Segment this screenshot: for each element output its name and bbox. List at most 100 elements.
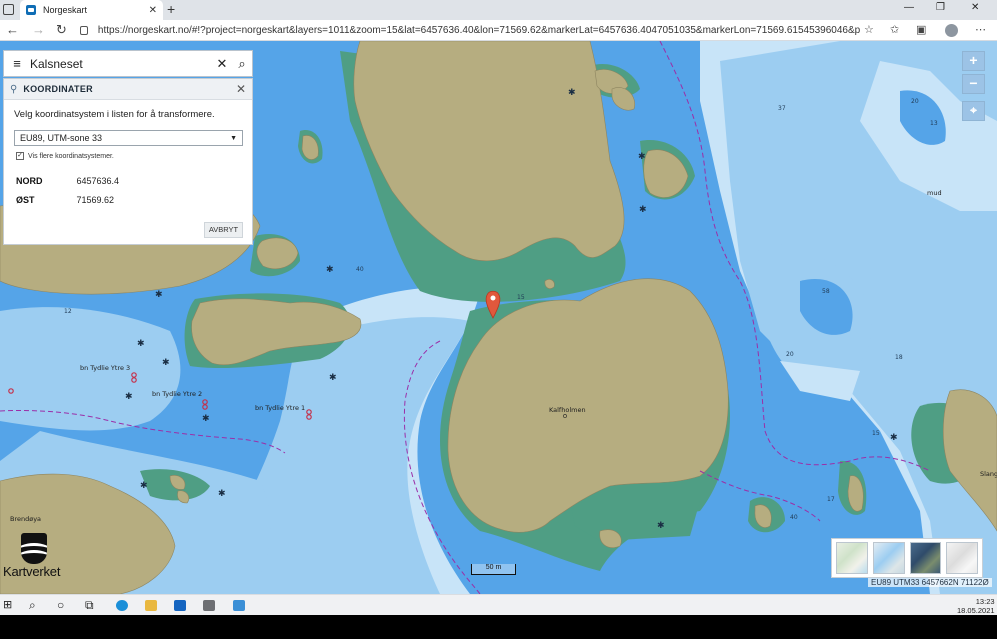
screen-bottom-border <box>0 615 997 639</box>
coordinate-label: NORD <box>16 176 43 186</box>
edge-icon[interactable] <box>116 600 128 611</box>
outlook-icon[interactable] <box>174 600 186 611</box>
window-maximize-button[interactable]: ❐ <box>936 2 945 13</box>
basemap-selector <box>831 538 983 578</box>
scale-label: 50 m <box>485 564 502 571</box>
system-clock[interactable]: 13:23 18.05.2021 <box>957 597 995 615</box>
window-close-button[interactable]: ✕ <box>971 2 979 13</box>
forward-button[interactable]: → <box>32 22 45 37</box>
coordinate-intro-text: Velg koordinatsystem i listen for å tran… <box>14 109 215 120</box>
svg-text:✱: ✱ <box>639 205 647 215</box>
norgeskart-favicon-icon <box>26 5 36 15</box>
more-menu-icon[interactable]: ⋯ <box>975 23 986 36</box>
svg-text:✱: ✱ <box>218 489 226 499</box>
svg-text:✱: ✱ <box>125 392 133 402</box>
taskbar-search-icon[interactable]: ⌕ <box>29 598 36 613</box>
kartverket-logo: Kartverket <box>3 533 73 581</box>
collections-icon[interactable]: ▣ <box>916 23 926 36</box>
show-more-systems-label: Vis flere koordinatsystemer. <box>28 152 114 160</box>
sounding-20: 20 <box>911 98 919 105</box>
svg-text:✱: ✱ <box>657 521 665 531</box>
sounding-13: 13 <box>930 120 938 127</box>
tab-norgeskart[interactable]: Norgeskart ✕ <box>20 0 163 20</box>
sounding-15: 15 <box>517 294 525 301</box>
svg-text:✱: ✱ <box>202 414 210 424</box>
svg-text:✱: ✱ <box>140 481 148 491</box>
sounding-15b: 15 <box>872 430 880 437</box>
sounding-17: 17 <box>827 496 835 503</box>
coordinate-system-value: EU89, UTM-sone 33 <box>20 133 103 143</box>
cancel-button[interactable]: AVBRYT <box>204 222 243 238</box>
search-icon[interactable]: ⌕ <box>232 56 252 72</box>
land-islet-10 <box>544 279 555 289</box>
url-text: https://norgeskart.no/#!?project=norgesk… <box>97 25 860 36</box>
calculator-icon[interactable] <box>203 600 215 611</box>
window-menu-icon[interactable] <box>3 4 14 15</box>
svg-text:✱: ✱ <box>137 339 145 349</box>
svg-text:✱: ✱ <box>638 152 646 162</box>
hamburger-menu-icon[interactable]: ≡ <box>4 56 30 71</box>
chevron-down-icon: ▼ <box>230 134 237 142</box>
svg-text:✱: ✱ <box>329 373 337 383</box>
favorite-star-icon[interactable]: ☆ <box>864 23 874 36</box>
favorites-list-icon[interactable]: ✩ <box>890 23 899 36</box>
zoom-out-button[interactable]: − <box>962 74 985 94</box>
place-mud: mud <box>927 189 942 197</box>
basemap-aerial-thumbnail[interactable] <box>909 542 942 574</box>
search-input[interactable]: Kalsneset <box>30 57 212 71</box>
place-tydlie-3: bn Tydlie Ytre 3 <box>80 364 130 372</box>
clear-search-icon[interactable]: ✕ <box>212 56 232 72</box>
tab-close-icon[interactable]: ✕ <box>149 5 157 16</box>
clock-time: 13:23 <box>975 597 995 606</box>
svg-text:✱: ✱ <box>326 265 334 275</box>
scale-bar: 50 m <box>471 564 516 575</box>
place-brendoya: Brendøya <box>10 515 41 523</box>
sounding-18: 18 <box>895 354 903 361</box>
place-tydlie-1: bn Tydlie Ytre 1 <box>255 404 305 412</box>
basemap-gray-thumbnail[interactable] <box>946 542 978 574</box>
sounding-12: 12 <box>64 308 72 315</box>
sounding-20b: 20 <box>786 351 794 358</box>
app-icon[interactable] <box>233 600 245 611</box>
kartverket-logo-icon <box>21 533 47 564</box>
coordinate-panel-header: ⚲ KOORDINATER ✕ <box>4 79 252 100</box>
place-kalfholmen: Kalfholmen <box>549 406 586 414</box>
coordinate-row-east: ØST 71569.62 <box>16 195 114 205</box>
cursor-coordinate-readout: EU89 UTM33 6457662N 71122Ø <box>868 578 992 587</box>
task-view-icon[interactable]: ⧉ <box>85 598 94 613</box>
coordinate-label: ØST <box>16 195 35 205</box>
basemap-chart-thumbnail[interactable] <box>872 542 905 574</box>
show-more-systems-checkbox[interactable]: ✓ Vis flere koordinatsystemer. <box>16 152 114 160</box>
coordinate-system-select[interactable]: EU89, UTM-sone 33 ▼ <box>14 130 243 146</box>
coordinate-panel: ⚲ KOORDINATER ✕ Velg koordinatsystem i l… <box>3 78 253 245</box>
locate-button[interactable]: ⌖ <box>962 101 985 121</box>
file-explorer-icon[interactable] <box>145 600 157 611</box>
sounding-58: 58 <box>822 288 830 295</box>
taskbar: ⊞ ⌕ ○ ⧉ 13:23 18.05.2021 <box>0 594 997 615</box>
sounding-40b: 40 <box>790 514 798 521</box>
search-bar: ≡ Kalsneset ✕ ⌕ <box>3 50 253 77</box>
browser-tab-bar: Norgeskart ✕ + — ❐ ✕ <box>0 0 997 20</box>
svg-text:✱: ✱ <box>568 88 576 98</box>
place-slang: Slang <box>980 470 997 478</box>
sounding-37: 37 <box>778 105 786 112</box>
svg-text:✱: ✱ <box>890 433 898 443</box>
coordinate-value: 71569.62 <box>76 195 115 205</box>
coordinate-row-north: NORD 6457636.4 <box>16 176 119 186</box>
url-field[interactable]: https://norgeskart.no/#!?project=norgesk… <box>80 22 860 39</box>
zoom-in-button[interactable]: + <box>962 51 985 71</box>
back-button[interactable]: ← <box>6 22 19 37</box>
coordinate-value: 6457636.4 <box>76 176 120 186</box>
checkbox-checked-icon: ✓ <box>16 152 24 160</box>
close-panel-icon[interactable]: ✕ <box>236 82 246 96</box>
profile-avatar[interactable] <box>945 24 958 37</box>
reload-button[interactable]: ↻ <box>56 22 67 38</box>
map-pin-icon: ⚲ <box>10 83 18 95</box>
window-minimize-button[interactable]: — <box>904 2 914 13</box>
windows-start-icon[interactable]: ⊞ <box>3 598 12 611</box>
new-tab-button[interactable]: + <box>167 1 175 17</box>
address-bar: ← → ↻ https://norgeskart.no/#!?project=n… <box>0 20 997 41</box>
basemap-topo-thumbnail[interactable] <box>836 542 868 574</box>
cortana-icon[interactable]: ○ <box>57 598 64 612</box>
place-tydlie-2: bn Tydlie Ytre 2 <box>152 390 202 398</box>
